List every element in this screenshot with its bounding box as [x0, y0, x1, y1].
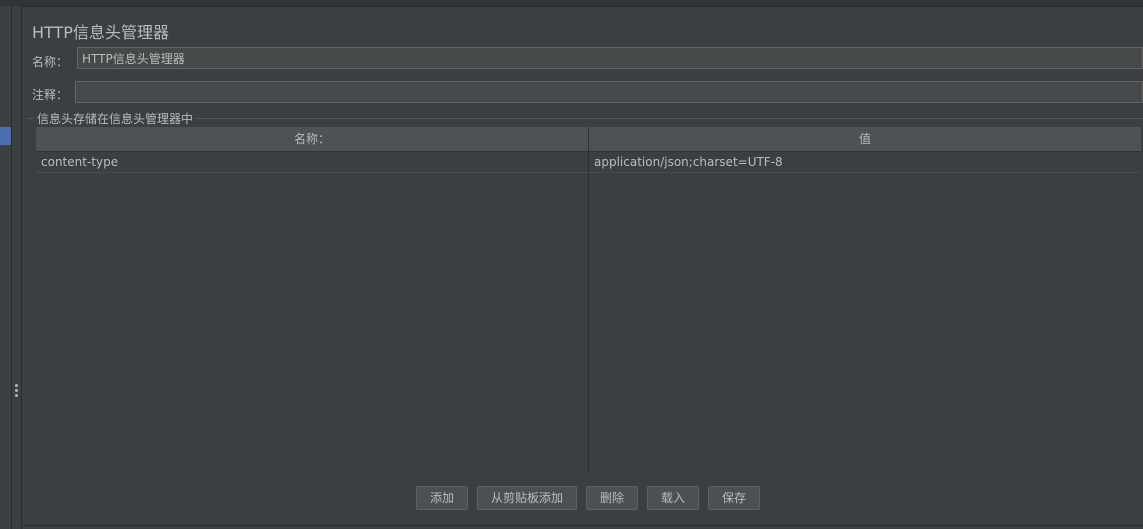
splitter-grip-dot	[15, 389, 18, 392]
column-header-name[interactable]: 名称：	[36, 127, 589, 151]
headers-table[interactable]: 名称： 值 content-type application/json;char…	[36, 127, 1141, 474]
panel-title: HTTP信息头管理器	[32, 23, 169, 42]
table-row[interactable]: content-type application/json;charset=UT…	[36, 152, 1141, 173]
panel-splitter[interactable]	[12, 6, 22, 529]
http-header-manager-panel: HTTP信息头管理器 名称： 注释： 信息头存储在信息头管理器中 名称： 值 c…	[22, 7, 1143, 529]
panel-bottom-border	[22, 525, 1143, 526]
selected-tree-item-marker	[0, 127, 11, 145]
comment-field[interactable]	[75, 81, 1143, 103]
add-from-clipboard-button[interactable]: 从剪贴板添加	[477, 486, 577, 510]
column-header-value[interactable]: 值	[589, 127, 1141, 151]
table-header: 名称： 值	[36, 127, 1141, 152]
comment-label: 注释：	[32, 88, 69, 102]
delete-button[interactable]: 删除	[586, 486, 638, 510]
splitter-grip-dot	[15, 394, 18, 397]
load-button[interactable]: 载入	[647, 486, 699, 510]
name-field[interactable]	[77, 47, 1143, 69]
column-divider	[588, 151, 589, 474]
save-button[interactable]: 保存	[708, 486, 760, 510]
name-label: 名称：	[32, 55, 69, 69]
tree-panel-edge	[0, 6, 12, 529]
header-value-cell[interactable]: application/json;charset=UTF-8	[594, 152, 783, 172]
header-name-cell[interactable]: content-type	[41, 152, 118, 172]
splitter-grip-dot	[15, 384, 18, 387]
window-top-border	[0, 0, 1143, 7]
group-title: 信息头存储在信息头管理器中	[34, 110, 197, 127]
add-button[interactable]: 添加	[416, 486, 468, 510]
